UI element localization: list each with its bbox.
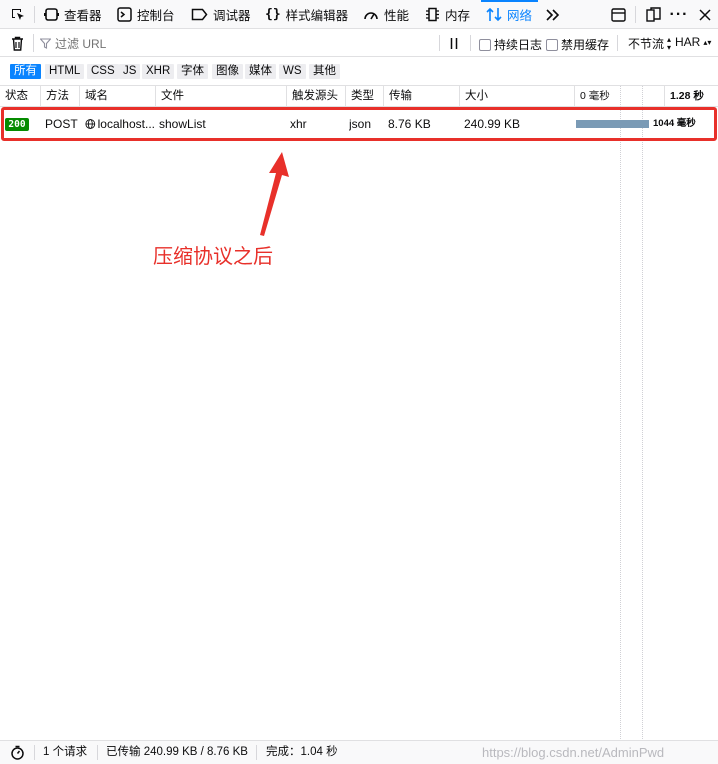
type-filter-html[interactable]: HTML: [45, 64, 85, 79]
request-table-header: 状态 方法 域名 文件 触发源头 类型 传输 大小 0 毫秒 1.28 秒: [0, 86, 718, 107]
filter-bar: 过滤 URL 持续日志 禁用缓存 不节流 ▴ ▾ HAR ▴▾: [0, 29, 718, 57]
pause-icon: [450, 37, 458, 49]
devtools-menu-button[interactable]: ···: [668, 0, 690, 29]
tab-style-editor[interactable]: {} 样式编辑器: [265, 0, 348, 29]
type-filter-xhr[interactable]: XHR: [142, 64, 175, 79]
tab-debugger-label: 调试器: [213, 9, 251, 23]
watermark-text: https://blog.csdn.net/AdminPwd: [482, 745, 665, 760]
status-bar: 1 个请求 已传输 240.99 KB / 8.76 KB 完成：1.04 秒 …: [0, 740, 718, 764]
filter-divider: [617, 35, 618, 51]
annotation-text: 压缩协议之后: [153, 246, 273, 268]
tab-performance-label: 性能: [384, 9, 410, 23]
clear-requests-button[interactable]: [6, 29, 28, 57]
type-filter-media[interactable]: 媒体: [245, 64, 276, 79]
column-header-domain[interactable]: 域名: [80, 86, 156, 107]
trash-icon: [11, 36, 23, 51]
pause-recording-button[interactable]: [447, 29, 461, 57]
checkbox-box[interactable]: [546, 38, 558, 51]
har-label: HAR: [675, 35, 701, 49]
request-count: 1 个请求: [43, 746, 88, 758]
tab-network-label: 网络: [507, 9, 533, 23]
filter-url-input[interactable]: 过滤 URL: [40, 34, 430, 52]
type-filter-other[interactable]: 其他: [309, 64, 340, 79]
tab-debugger[interactable]: 调试器: [191, 0, 251, 29]
waterfall-grid-line: [620, 86, 621, 739]
memory-icon: [426, 7, 439, 22]
updown-arrows-icon: ▴▾: [667, 34, 672, 52]
split-console-button[interactable]: [607, 0, 629, 29]
filter-divider: [439, 35, 440, 51]
debugger-icon: [191, 8, 208, 21]
type-filter-fonts[interactable]: 字体: [177, 64, 208, 79]
close-icon: [699, 8, 711, 21]
disable-cache-checkbox[interactable]: 禁用缓存: [546, 36, 609, 53]
type-filter-images[interactable]: 图像: [212, 64, 243, 79]
type-filter-bar: 所有 HTML CSS JS XHR 字体 图像 媒体 WS 其他: [0, 57, 718, 86]
filter-icon: [40, 37, 51, 49]
annotation-arrow-icon: [260, 152, 289, 236]
tab-network[interactable]: 网络: [481, 0, 539, 29]
column-header-file[interactable]: 文件: [156, 86, 287, 107]
throttle-select[interactable]: 不节流 ▴ ▾: [628, 35, 671, 52]
column-header-method[interactable]: 方法: [41, 86, 80, 107]
tab-performance[interactable]: 性能: [363, 0, 409, 29]
updown-arrows-icon: ▴▾: [703, 37, 712, 47]
split-console-icon: [610, 7, 626, 22]
checkbox-box[interactable]: [479, 38, 491, 51]
column-header-type[interactable]: 类型: [346, 86, 384, 107]
transferred-summary: 已传输 240.99 KB / 8.76 KB: [106, 746, 248, 758]
type-filter-js[interactable]: JS: [119, 64, 141, 79]
dock-options-button[interactable]: [642, 0, 664, 29]
devtools-toolbar: 查看器 控制台 调试器 {} 样式编辑器 性能 内存 网络 ···: [0, 0, 718, 29]
toolbar-divider: [34, 6, 35, 23]
tab-memory-label: 内存: [445, 9, 471, 23]
element-picker-button[interactable]: [6, 0, 30, 29]
more-tools-button[interactable]: [543, 0, 563, 29]
filter-url-placeholder: 过滤 URL: [55, 36, 107, 51]
waterfall-grid-line: [642, 86, 643, 739]
column-header-waterfall-end[interactable]: 1.28 秒: [665, 86, 718, 107]
tab-console[interactable]: 控制台: [117, 0, 175, 29]
type-filter-all[interactable]: 所有: [10, 64, 41, 79]
filter-divider: [470, 35, 471, 51]
tab-style-editor-label: 样式编辑器: [285, 9, 349, 23]
disable-cache-label: 禁用缓存: [561, 38, 610, 52]
persist-logs-label: 持续日志: [494, 38, 543, 52]
throttle-label: 不节流: [628, 37, 665, 51]
tab-inspector[interactable]: 查看器: [44, 0, 102, 29]
inspector-icon: [44, 8, 59, 21]
network-icon: [486, 7, 502, 22]
tab-console-label: 控制台: [137, 9, 175, 23]
tab-memory[interactable]: 内存: [425, 0, 470, 29]
close-devtools-button[interactable]: [694, 0, 716, 29]
finish-time: 完成：1.04 秒: [266, 746, 338, 758]
style-editor-icon: {}: [265, 7, 281, 22]
har-menu[interactable]: HAR ▴▾: [675, 35, 711, 49]
dock-side-icon: [645, 7, 661, 22]
filter-divider: [33, 34, 34, 52]
tab-inspector-label: 查看器: [64, 9, 102, 23]
ellipsis-icon: ···: [669, 5, 689, 23]
status-divider: [97, 745, 98, 760]
persist-logs-checkbox[interactable]: 持续日志: [479, 36, 542, 53]
type-filter-ws[interactable]: WS: [279, 64, 306, 79]
console-icon: [117, 7, 132, 22]
double-chevron-right-icon: [546, 8, 560, 21]
picker-icon: [12, 8, 24, 20]
column-header-status[interactable]: 状态: [0, 86, 41, 107]
annotation-highlight-box: [1, 107, 717, 141]
performance-analysis-button[interactable]: [10, 741, 28, 764]
stopwatch-icon: [11, 745, 24, 760]
type-filter-css[interactable]: CSS: [87, 64, 119, 79]
column-header-transferred[interactable]: 传输: [384, 86, 460, 107]
status-divider: [256, 745, 257, 760]
performance-icon: [364, 12, 378, 20]
column-header-size[interactable]: 大小: [460, 86, 575, 107]
column-header-cause[interactable]: 触发源头: [287, 86, 346, 107]
toolbar-divider: [635, 6, 636, 23]
status-divider: [34, 745, 35, 760]
